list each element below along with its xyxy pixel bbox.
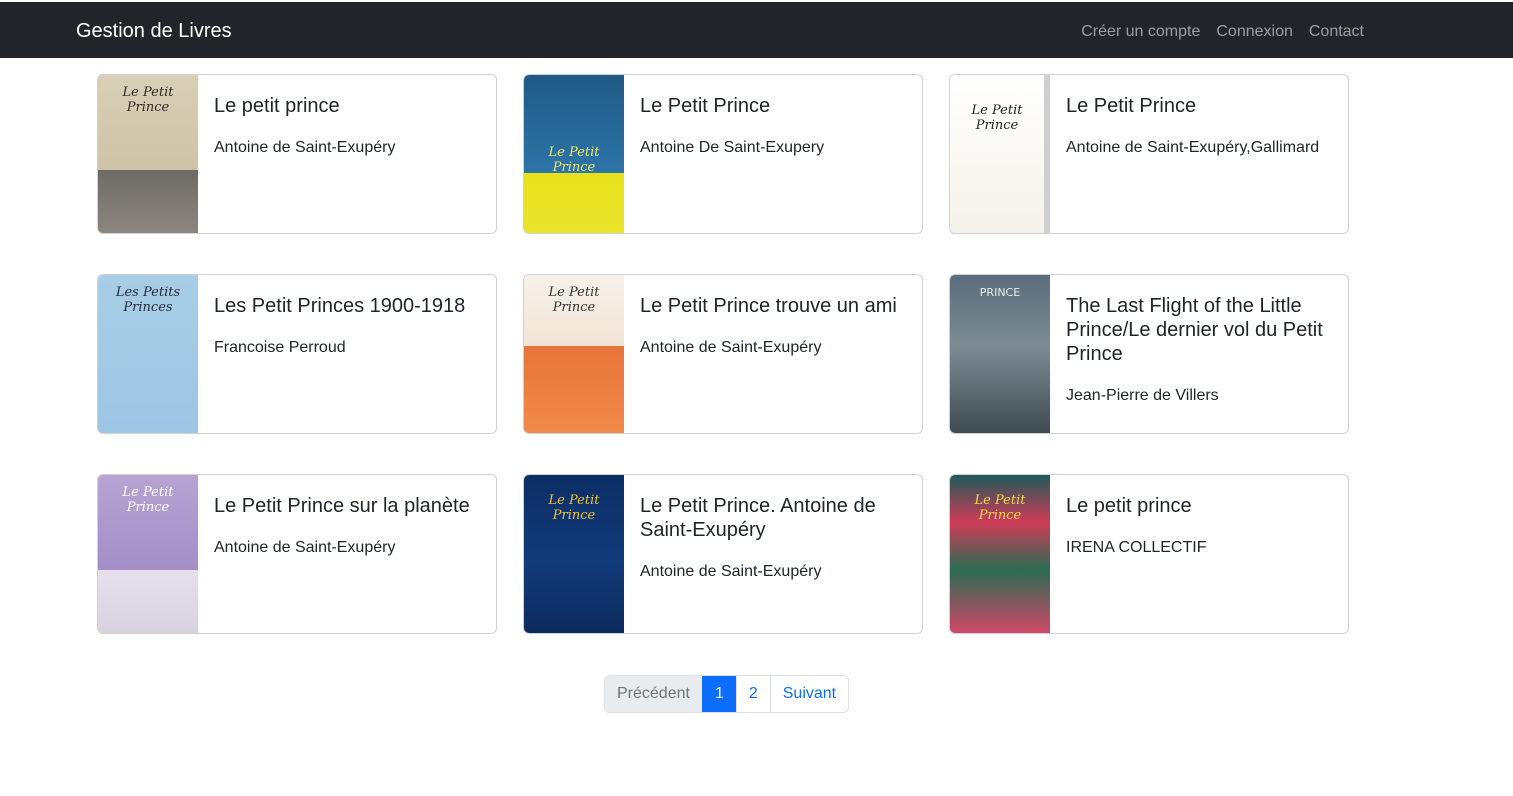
- book-title: Le Petit Prince sur la planète: [214, 495, 470, 517]
- book-card[interactable]: Le Petit Prince Le petit prince Antoine …: [97, 74, 497, 234]
- book-author: Antoine De Saint-Exupery: [640, 139, 825, 156]
- book-card[interactable]: Le Petit Prince Le petit prince IRENA CO…: [949, 474, 1349, 634]
- book-author: IRENA COLLECTIF: [1066, 539, 1207, 556]
- book-card[interactable]: Les Petits Princes Les Petit Princes 190…: [97, 274, 497, 434]
- book-cover-image: Le Petit Prince: [524, 275, 624, 433]
- book-author: Antoine de Saint-Exupéry: [640, 563, 822, 580]
- book-grid: Le Petit Prince Le petit prince Antoine …: [97, 74, 1349, 634]
- pagination-previous[interactable]: Précédent: [605, 676, 702, 712]
- book-cover-image: Le Petit Prince: [950, 475, 1050, 633]
- book-title: Le Petit Prince: [640, 95, 771, 117]
- nav-link-login[interactable]: Connexion: [1216, 21, 1293, 43]
- card-body: Le Petit Prince Antoine de Saint-Exupéry…: [1050, 75, 1348, 233]
- cover-title-text: Le Petit Prince: [122, 85, 174, 115]
- card-body: Les Petit Princes 1900-1918 Francoise Pe…: [198, 275, 496, 433]
- cover-title-text: Le Petit Prince: [548, 145, 600, 175]
- book-card[interactable]: Le Petit Prince Le Petit Prince. Antoine…: [523, 474, 923, 634]
- pagination-next[interactable]: Suivant: [769, 676, 849, 712]
- pagination: Précédent 1 2 Suivant: [604, 675, 850, 713]
- card-body: Le petit prince Antoine de Saint-Exupéry: [198, 75, 496, 233]
- book-author: Antoine de Saint-Exupéry: [640, 339, 822, 356]
- pagination-page-1[interactable]: 1: [701, 676, 736, 712]
- nav-links: Créer un compte Connexion Contact: [1081, 21, 1364, 43]
- book-title: Le Petit Prince: [1066, 95, 1197, 117]
- brand-link[interactable]: Gestion de Livres: [76, 19, 232, 43]
- book-cover-image: Le Petit Prince: [98, 75, 198, 233]
- book-author: Antoine de Saint-Exupéry: [214, 539, 396, 556]
- book-author: Antoine de Saint-Exupéry: [214, 139, 396, 156]
- book-title: Le Petit Prince. Antoine de Saint-Exupér…: [640, 495, 876, 541]
- book-card[interactable]: Le Petit Prince Le Petit Prince Antoine …: [949, 74, 1349, 234]
- book-author: Antoine de Saint-Exupéry,Gallimard: [1066, 139, 1320, 156]
- cover-title-text: PRINCE: [979, 286, 1021, 299]
- book-title: Le petit prince: [214, 95, 340, 117]
- book-cover-image: PRINCE: [950, 275, 1050, 433]
- cover-title-text: Le Petit Prince: [974, 493, 1026, 523]
- book-title: The Last Flight of the Little Prince/Le …: [1066, 295, 1323, 365]
- book-title: Le Petit Prince trouve un ami: [640, 295, 897, 317]
- cover-title-text: Le Petit Prince: [548, 285, 600, 315]
- navbar: Gestion de Livres Créer un compte Connex…: [0, 2, 1513, 58]
- book-cover-image: Le Petit Prince: [98, 475, 198, 633]
- book-cover-image: Le Petit Prince: [524, 475, 624, 633]
- pagination-page-2[interactable]: 2: [735, 676, 770, 712]
- card-body: Le Petit Prince. Antoine de Saint-Exupér…: [624, 475, 922, 633]
- card-body: Le petit prince IRENA COLLECTIF: [1050, 475, 1348, 633]
- book-card[interactable]: Le Petit Prince Le Petit Prince Antoine …: [523, 74, 923, 234]
- book-cover-image: Les Petits Princes: [98, 275, 198, 433]
- card-body: The Last Flight of the Little Prince/Le …: [1050, 275, 1348, 433]
- book-author: Jean-Pierre de Villers: [1066, 387, 1219, 404]
- card-body: Le Petit Prince trouve un ami Antoine de…: [624, 275, 922, 433]
- book-card[interactable]: PRINCE The Last Flight of the Little Pri…: [949, 274, 1349, 434]
- cover-title-text: Le Petit Prince: [971, 103, 1023, 133]
- book-card[interactable]: Le Petit Prince Le Petit Prince trouve u…: [523, 274, 923, 434]
- cover-title-text: Le Petit Prince: [548, 493, 600, 523]
- book-title: Les Petit Princes 1900-1918: [214, 295, 466, 317]
- nav-link-register[interactable]: Créer un compte: [1081, 21, 1200, 43]
- book-author: Francoise Perroud: [214, 339, 346, 356]
- book-cover-image: Le Petit Prince: [950, 75, 1050, 233]
- cover-title-text: Le Petit Prince: [122, 485, 174, 515]
- book-title: Le petit prince: [1066, 495, 1192, 517]
- card-body: Le Petit Prince Antoine De Saint-Exupery: [624, 75, 922, 233]
- cover-title-text: Les Petits Princes: [115, 285, 181, 315]
- book-cover-image: Le Petit Prince: [524, 75, 624, 233]
- book-card[interactable]: Le Petit Prince Le Petit Prince sur la p…: [97, 474, 497, 634]
- nav-link-contact[interactable]: Contact: [1309, 21, 1364, 43]
- card-body: Le Petit Prince sur la planète Antoine d…: [198, 475, 496, 633]
